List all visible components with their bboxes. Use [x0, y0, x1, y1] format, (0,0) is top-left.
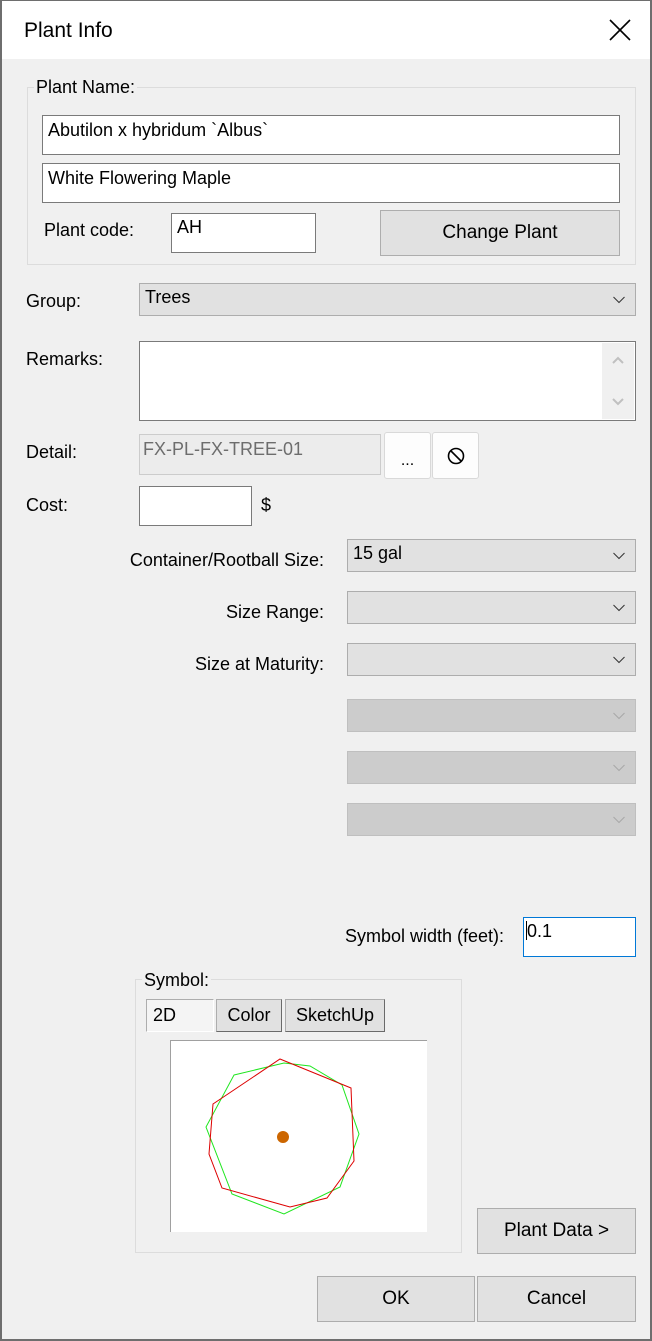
plant-code-label: Plant code:: [44, 220, 135, 240]
change-plant-button[interactable]: Change Plant: [380, 210, 620, 256]
container-size-value: 15 gal: [353, 543, 403, 563]
symbol-center-dot: [277, 1131, 289, 1143]
cost-label: Cost:: [26, 495, 69, 515]
common-name-input[interactable]: White Flowering Maple: [42, 163, 620, 203]
chevron-down-icon: [613, 816, 625, 823]
remarks-label: Remarks:: [26, 349, 104, 369]
chevron-down-icon: [613, 604, 625, 611]
symbol-width-label: Symbol width (feet):: [344, 926, 504, 946]
detail-input: FX-PL-FX-TREE-01: [139, 434, 381, 475]
chevron-down-icon: [613, 712, 625, 719]
remarks-textarea[interactable]: [139, 341, 636, 421]
container-size-label: Container/Rootball Size:: [129, 550, 324, 570]
symbol-width-input[interactable]: 0.1: [523, 917, 636, 957]
cancel-button[interactable]: Cancel: [477, 1276, 636, 1322]
scroll-up-icon[interactable]: [612, 356, 624, 364]
tab-sketchup[interactable]: SketchUp: [285, 999, 385, 1032]
plant-data-button[interactable]: Plant Data >: [477, 1208, 636, 1254]
close-x-icon: [609, 19, 631, 41]
symbol-legend: Symbol:: [142, 970, 212, 991]
chevron-down-icon: [613, 296, 625, 303]
tab-color[interactable]: Color: [216, 999, 282, 1032]
scroll-down-icon[interactable]: [612, 398, 624, 406]
tab-2d[interactable]: 2D: [146, 999, 214, 1032]
botanical-name-input[interactable]: Abutilon x hybridum `Albus`: [42, 115, 620, 155]
group-label: Group:: [26, 291, 82, 311]
prohibited-icon: [447, 447, 464, 464]
remarks-scrollbar[interactable]: [602, 343, 634, 419]
title-bar: Plant Info: [2, 1, 650, 59]
plant-name-legend: Plant Name:: [34, 77, 138, 98]
detail-clear-button[interactable]: [432, 432, 479, 479]
dialog-title: Plant Info: [24, 19, 113, 42]
extra-select-2: [347, 751, 636, 784]
extra-select-3: [347, 803, 636, 836]
plant-code-input[interactable]: AH: [171, 213, 316, 253]
size-range-select[interactable]: [347, 591, 636, 624]
container-size-select[interactable]: 15 gal: [347, 539, 636, 572]
ok-button[interactable]: OK: [317, 1276, 475, 1322]
symbol-preview: [170, 1040, 427, 1232]
size-at-maturity-label: Size at Maturity:: [194, 654, 324, 674]
detail-label: Detail:: [26, 442, 78, 462]
close-button[interactable]: [600, 13, 640, 47]
chevron-down-icon: [613, 764, 625, 771]
group-select-value: Trees: [145, 287, 191, 307]
symbol-width-value: 0.1: [527, 921, 553, 941]
detail-browse-button[interactable]: ...: [384, 432, 431, 479]
extra-select-1: [347, 699, 636, 732]
cost-input[interactable]: [139, 486, 252, 526]
symbol-preview-drawing: [205, 1058, 360, 1215]
cost-unit: $: [261, 495, 272, 515]
chevron-down-icon: [613, 656, 625, 663]
chevron-down-icon: [613, 552, 625, 559]
size-range-label: Size Range:: [225, 602, 324, 622]
plant-info-dialog: Plant Info Plant Name: Abutilon x hybrid…: [0, 0, 652, 1341]
size-at-maturity-select[interactable]: [347, 643, 636, 676]
group-select[interactable]: Trees: [139, 283, 636, 316]
